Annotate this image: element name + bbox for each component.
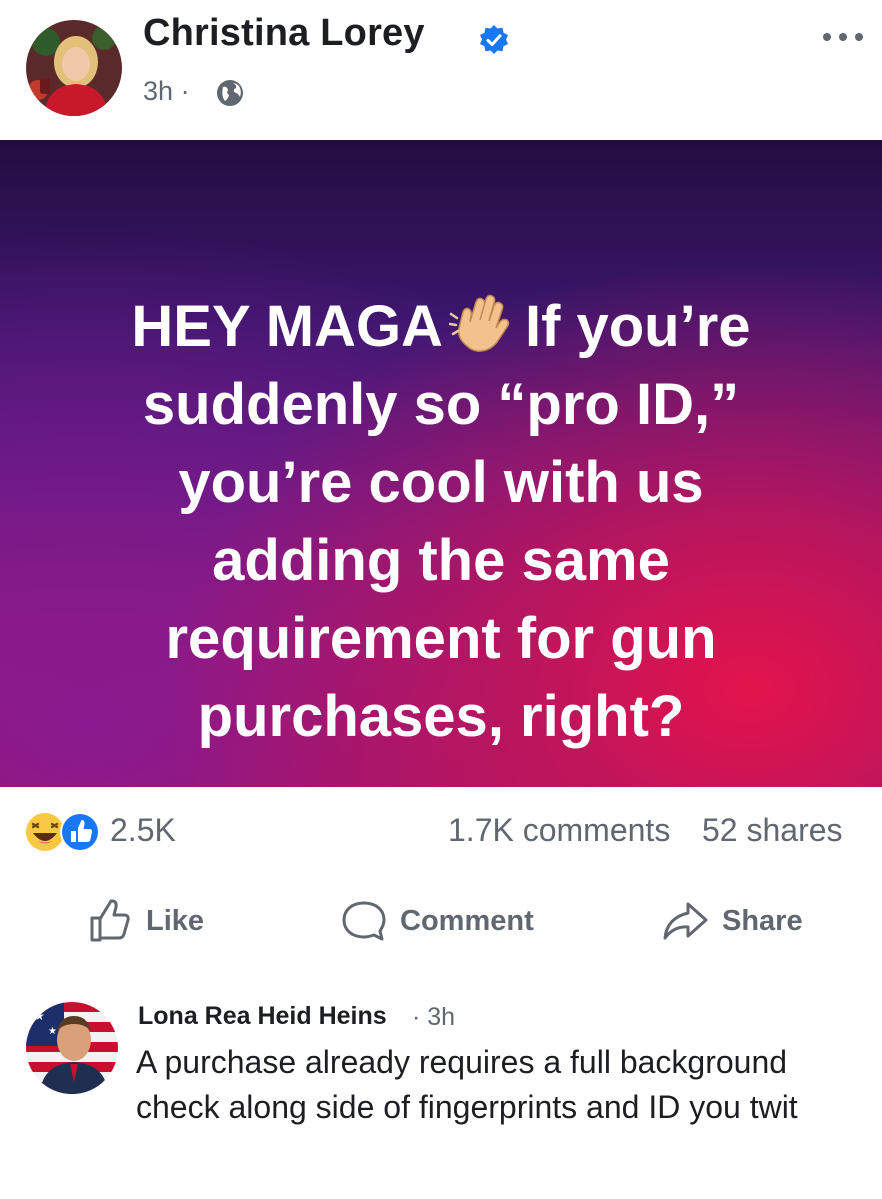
svg-text:★: ★ (48, 1026, 57, 1037)
post-image[interactable]: HEY MAGA If you’re suddenly so “pro ID,”… (0, 140, 882, 787)
like-icon (90, 899, 130, 942)
comment-icon (342, 901, 386, 941)
image-text-line: requirement for gun (165, 606, 717, 671)
like-button[interactable]: Like (88, 896, 204, 946)
share-label: Share (722, 904, 803, 937)
post-time[interactable]: 3h · (143, 76, 190, 107)
commenter-name[interactable]: Lona Rea Heid Heins (138, 1002, 387, 1031)
share-icon (663, 902, 708, 940)
image-text: HEY MAGA If you’re suddenly so “pro ID,”… (0, 288, 882, 756)
share-button[interactable]: Share (660, 896, 803, 946)
post-header: Christina Lorey 3h · (0, 0, 882, 140)
comment-button[interactable]: Comment (340, 896, 534, 946)
image-text-line: adding the same (212, 528, 670, 593)
shares-count[interactable]: 52 shares (702, 812, 843, 849)
more-options-icon[interactable] (818, 28, 868, 46)
like-label: Like (146, 904, 205, 937)
commenter-avatar[interactable]: ★ ★ (26, 1002, 118, 1094)
image-text-line: purchases, right? (197, 684, 685, 749)
comment-text: A purchase already requires a full backg… (136, 1044, 798, 1125)
comment-time[interactable]: · 3h (412, 1003, 455, 1032)
image-text-line: suddenly so “pro ID,” (142, 372, 740, 437)
svg-text:★: ★ (34, 1009, 45, 1023)
image-text-line: HEY MAGA If you’re (131, 294, 751, 359)
verified-badge-icon (480, 25, 508, 54)
like-reaction-icon (60, 812, 100, 852)
haha-reaction-icon (26, 813, 64, 851)
reaction-icons[interactable] (24, 811, 104, 853)
waving-hand-emoji (448, 294, 510, 352)
reaction-count[interactable]: 2.5K (110, 812, 176, 849)
comments-count[interactable]: 1.7K comments (448, 812, 670, 849)
globe-icon (217, 80, 243, 106)
author-avatar[interactable] (26, 20, 122, 116)
image-text-line: you’re cool with us (178, 450, 704, 515)
author-name[interactable]: Christina Lorey (143, 12, 425, 55)
comment-label: Comment (400, 904, 534, 937)
